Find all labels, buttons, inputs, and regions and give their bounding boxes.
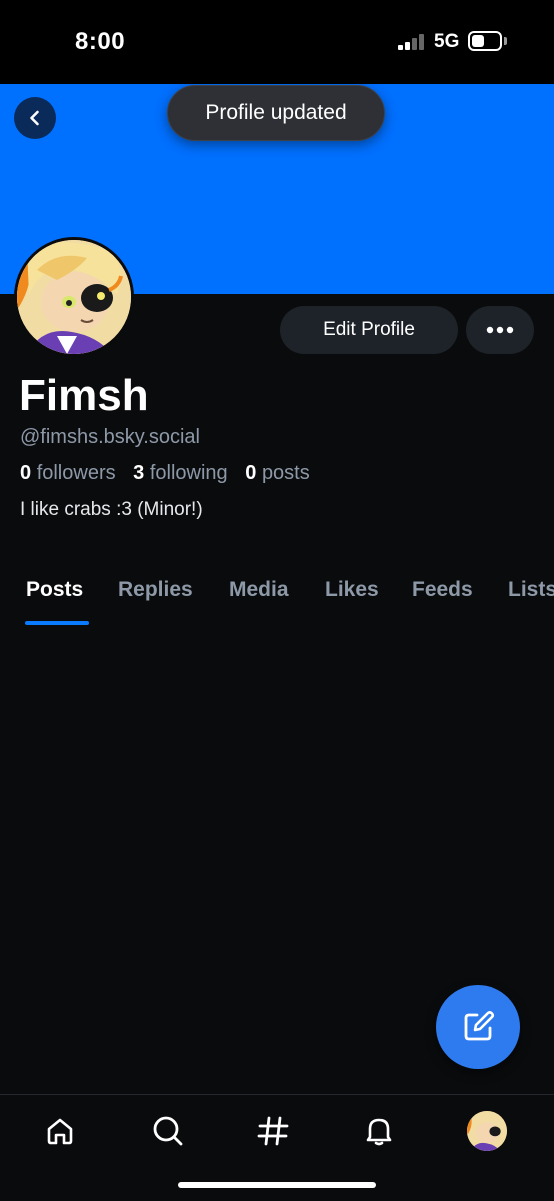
tab-likes[interactable]: Likes bbox=[325, 578, 379, 602]
posts-stat: 0 posts bbox=[245, 462, 310, 484]
tab-posts[interactable]: Posts bbox=[26, 578, 83, 602]
compose-icon bbox=[464, 1011, 495, 1041]
active-tab-indicator bbox=[25, 621, 89, 625]
bell-icon bbox=[366, 1118, 392, 1146]
network-label: 5G bbox=[434, 31, 460, 52]
posts-label: posts bbox=[261, 462, 310, 484]
more-options-button[interactable] bbox=[466, 306, 534, 354]
home-indicator bbox=[178, 1182, 376, 1188]
profile-avatar[interactable] bbox=[14, 237, 134, 357]
toast-notification: Profile updated bbox=[167, 85, 385, 141]
followers-count: 0 bbox=[20, 462, 32, 484]
following-label: following bbox=[149, 462, 228, 484]
ellipsis-icon bbox=[486, 326, 514, 334]
tab-lists[interactable]: Lists bbox=[508, 578, 554, 602]
edit-profile-button[interactable]: Edit Profile bbox=[280, 306, 458, 354]
status-time: 8:00 bbox=[75, 28, 126, 55]
display-name: Fimsh bbox=[19, 371, 149, 420]
nav-search[interactable] bbox=[146, 1109, 190, 1153]
hashtag-icon bbox=[257, 1116, 289, 1146]
chevron-left-icon bbox=[30, 110, 39, 126]
nav-feeds[interactable] bbox=[251, 1109, 295, 1153]
tab-feeds[interactable]: Feeds bbox=[412, 578, 473, 602]
nav-home[interactable] bbox=[38, 1109, 82, 1153]
tab-media[interactable]: Media bbox=[229, 578, 289, 602]
nav-profile[interactable] bbox=[465, 1109, 509, 1153]
following-count: 3 bbox=[133, 462, 145, 484]
profile-stats: 0 followers 3 following 0 posts bbox=[20, 462, 310, 485]
battery-icon bbox=[468, 31, 502, 51]
posts-count: 0 bbox=[245, 462, 257, 484]
compose-post-button[interactable] bbox=[436, 985, 520, 1069]
following-link[interactable]: 3 following bbox=[133, 462, 228, 484]
home-icon bbox=[47, 1118, 73, 1145]
followers-link[interactable]: 0 followers bbox=[20, 462, 116, 484]
battery-tip bbox=[504, 37, 507, 45]
profile-handle: @fimshs.bsky.social bbox=[20, 426, 200, 448]
avatar-illustration bbox=[17, 240, 131, 354]
search-icon bbox=[153, 1116, 183, 1146]
profile-avatar-small bbox=[467, 1111, 507, 1151]
tab-replies[interactable]: Replies bbox=[118, 578, 193, 602]
nav-notifications[interactable] bbox=[357, 1109, 401, 1153]
back-button[interactable] bbox=[14, 97, 56, 139]
signal-icon bbox=[398, 34, 428, 50]
followers-label: followers bbox=[36, 462, 116, 484]
status-bar: 8:00 5G bbox=[0, 0, 554, 84]
profile-bio: I like crabs :3 (Minor!) bbox=[20, 499, 203, 520]
